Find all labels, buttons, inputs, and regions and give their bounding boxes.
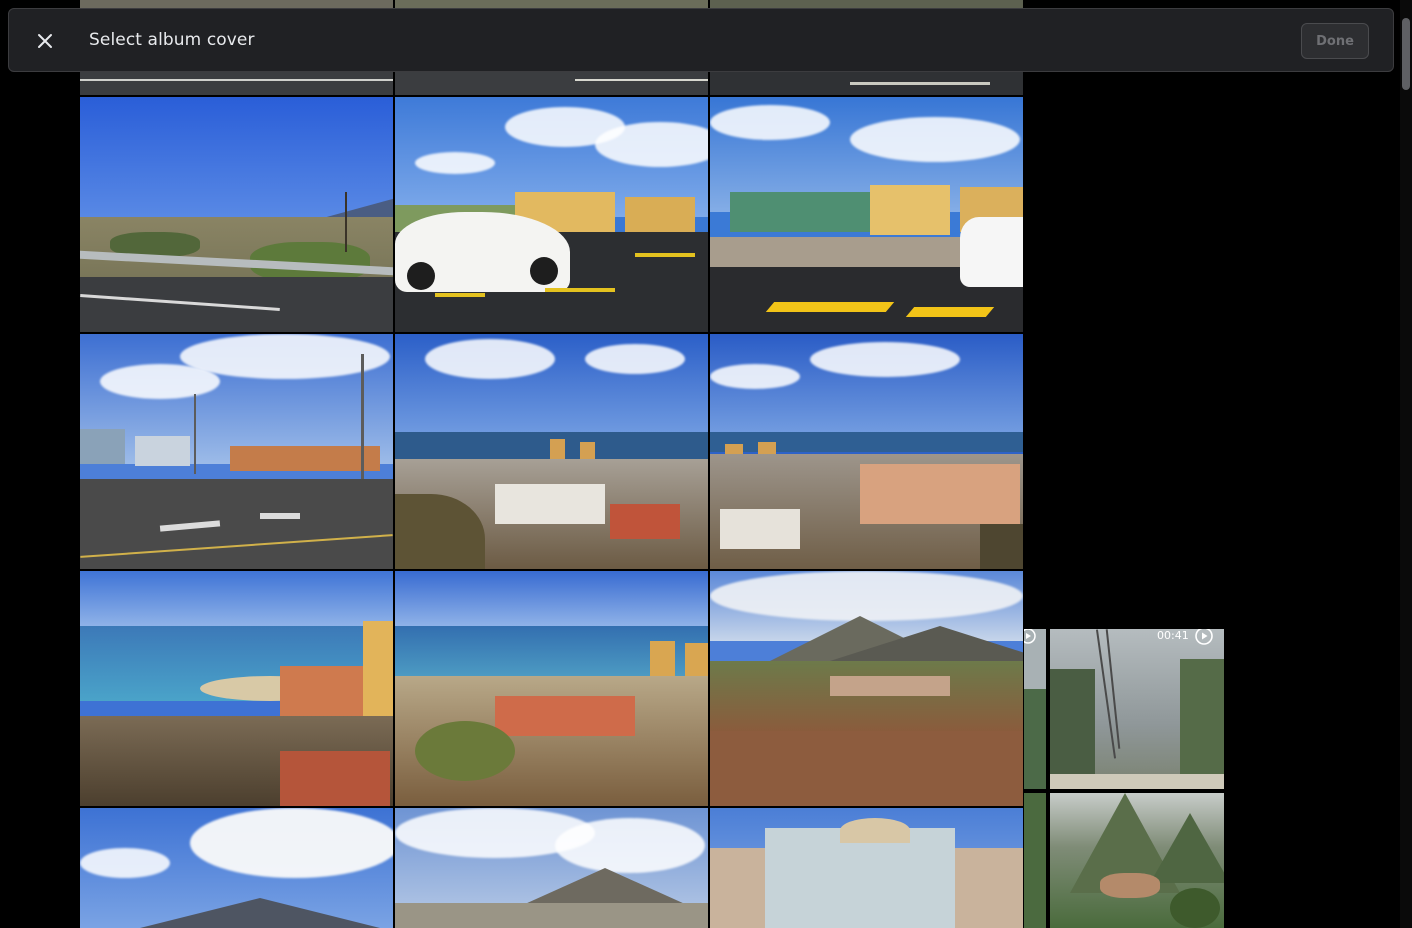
- photo-thumbnail[interactable]: [710, 97, 1023, 332]
- photo-thumbnail[interactable]: [1024, 629, 1046, 789]
- photo-thumbnail[interactable]: [1050, 793, 1224, 928]
- photo-thumbnail[interactable]: [1024, 793, 1046, 928]
- video-thumbnail[interactable]: 00:41: [1050, 629, 1224, 789]
- close-icon: [38, 34, 52, 48]
- scrollbar[interactable]: [1400, 0, 1412, 928]
- photo-thumbnail[interactable]: [710, 571, 1023, 806]
- dialog-title: Select album cover: [89, 30, 255, 50]
- photo-thumbnail[interactable]: [395, 571, 708, 806]
- dialog-header: Select album cover Done: [8, 8, 1394, 72]
- photo-thumbnail[interactable]: [710, 334, 1023, 569]
- photo-thumbnail[interactable]: [395, 97, 708, 332]
- play-circle-icon: [1195, 629, 1213, 645]
- photo-picker: 00:41 Select album cover Done: [0, 0, 1412, 928]
- photo-thumbnail[interactable]: [710, 808, 1023, 928]
- close-button[interactable]: [25, 21, 65, 61]
- photo-thumbnail[interactable]: [80, 808, 393, 928]
- video-duration: 00:41: [1157, 629, 1189, 642]
- photo-thumbnail[interactable]: [395, 334, 708, 569]
- photo-thumbnail[interactable]: [80, 97, 393, 332]
- play-circle-icon: [1024, 629, 1036, 644]
- photo-thumbnail[interactable]: [80, 571, 393, 806]
- scrollbar-thumb[interactable]: [1402, 18, 1410, 90]
- photo-thumbnail[interactable]: [395, 808, 708, 928]
- photo-thumbnail[interactable]: [80, 334, 393, 569]
- done-button[interactable]: Done: [1301, 23, 1369, 59]
